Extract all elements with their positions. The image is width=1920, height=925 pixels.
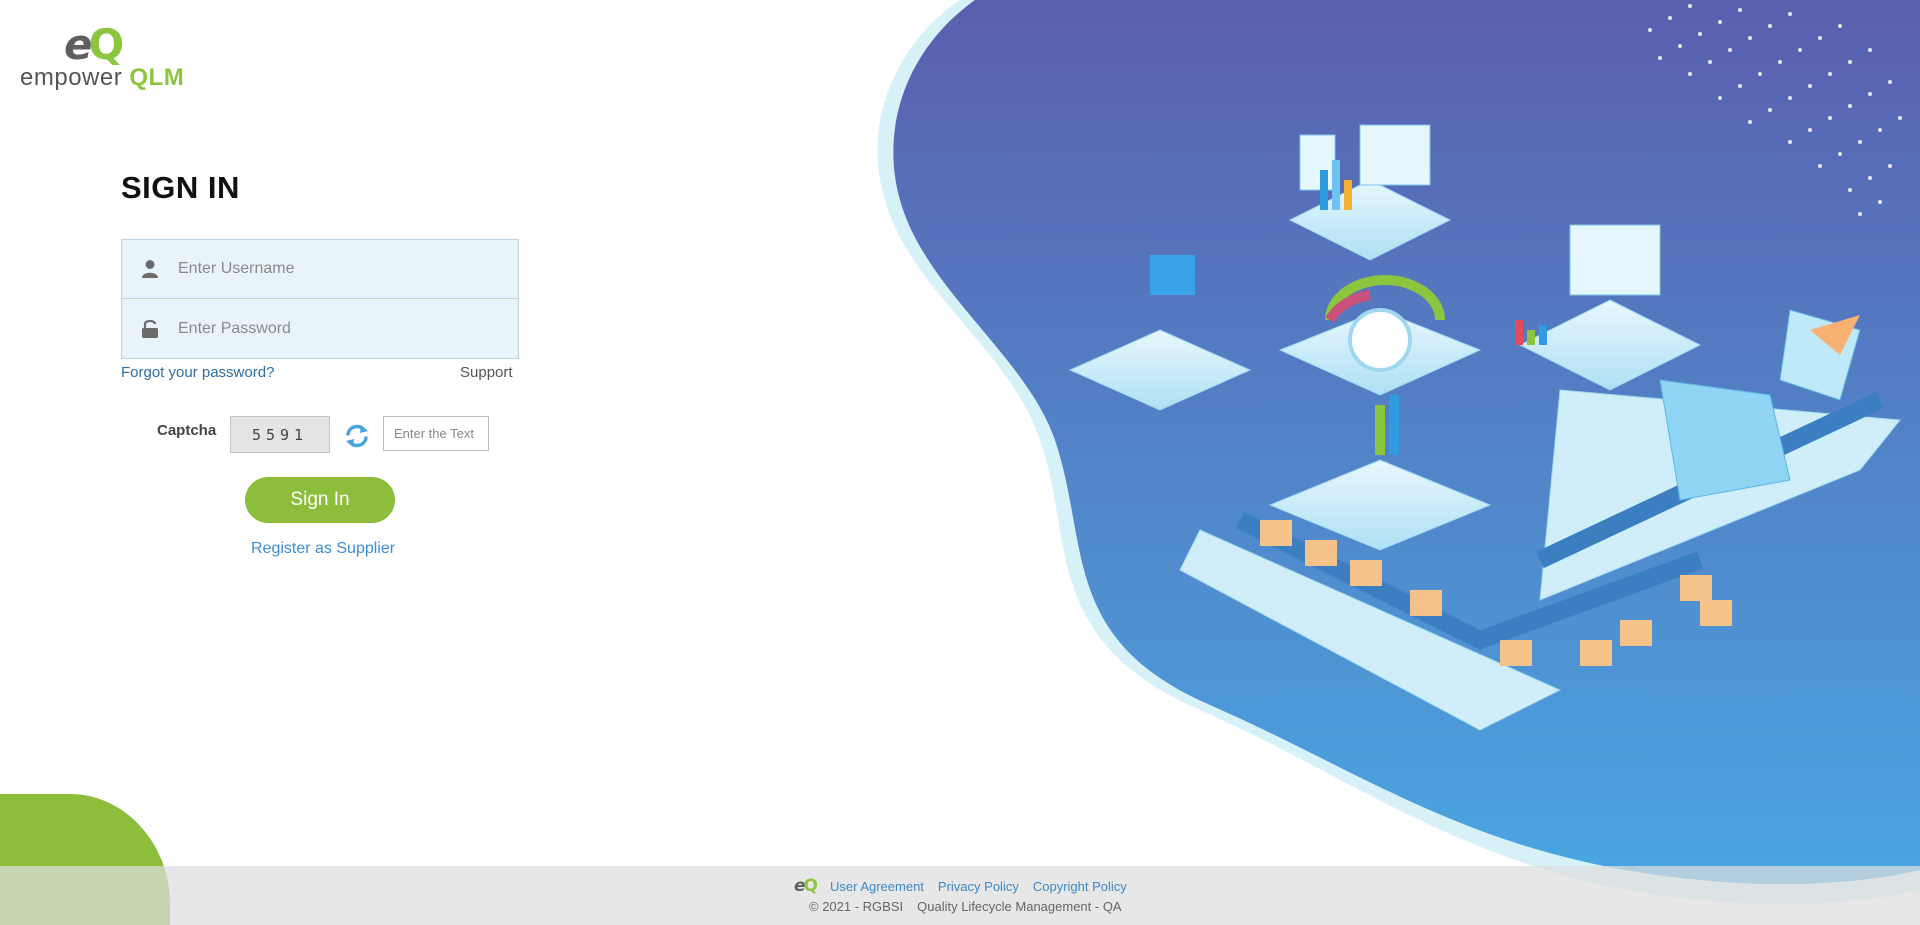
logo-mark: eQ: [64, 20, 124, 69]
copyright-text: © 2021 - RGBSI: [809, 899, 904, 914]
footer-logo: eQ: [794, 876, 818, 896]
lock-icon: [122, 319, 178, 339]
sign-in-button[interactable]: Sign In: [245, 477, 395, 523]
hero-illustration: [877, 0, 1920, 905]
register-supplier-link[interactable]: Register as Supplier: [251, 540, 395, 558]
username-input[interactable]: [178, 249, 498, 289]
captcha-input[interactable]: [383, 416, 489, 451]
user-agreement-link[interactable]: User Agreement: [830, 879, 924, 894]
footer-links: eQ User Agreement Privacy Policy Copyrig…: [794, 876, 1127, 896]
brand-logo: eQ empower QLM: [20, 24, 184, 92]
user-icon: [122, 259, 178, 279]
support-link[interactable]: Support: [460, 364, 513, 381]
footer: eQ User Agreement Privacy Policy Copyrig…: [0, 866, 1920, 925]
username-field[interactable]: [121, 239, 519, 298]
refresh-icon[interactable]: [343, 422, 371, 450]
page-title: SIGN IN: [121, 170, 240, 205]
product-name: Quality Lifecycle Management - QA: [917, 899, 1122, 914]
forgot-password-link[interactable]: Forgot your password?: [121, 364, 274, 381]
privacy-policy-link[interactable]: Privacy Policy: [938, 879, 1019, 894]
captcha-label: Captcha: [157, 422, 217, 439]
password-field[interactable]: [121, 298, 519, 359]
logo-wordmark: empower QLM: [20, 64, 185, 91]
captcha-code: 5591: [230, 416, 330, 453]
password-input[interactable]: [178, 308, 498, 349]
copyright-policy-link[interactable]: Copyright Policy: [1033, 879, 1127, 894]
footer-copyright: © 2021 - RGBSI Quality Lifecycle Manageme…: [809, 899, 1122, 914]
